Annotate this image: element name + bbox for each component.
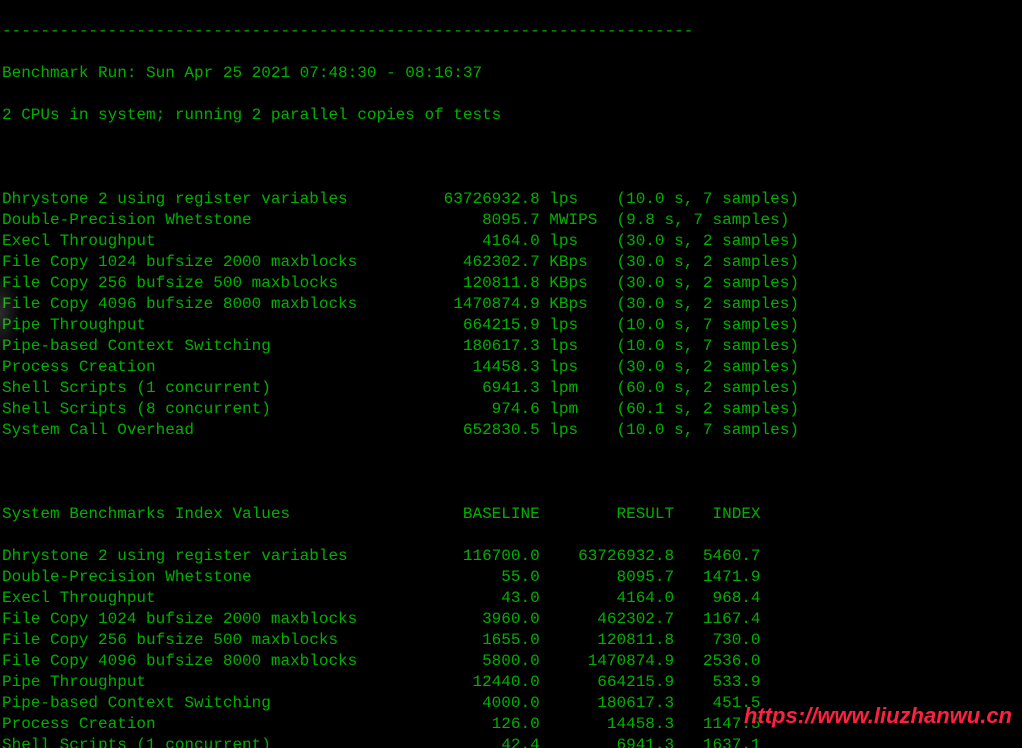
result-row: Execl Throughput 4164.0 lps (30.0 s, 2 s…: [2, 231, 1020, 252]
results-block: Dhrystone 2 using register variables 637…: [2, 189, 1020, 441]
result-row: Shell Scripts (1 concurrent) 6941.3 lpm …: [2, 378, 1020, 399]
benchmark-run-line: Benchmark Run: Sun Apr 25 2021 07:48:30 …: [2, 63, 1020, 84]
result-row: File Copy 256 bufsize 500 maxblocks 1208…: [2, 273, 1020, 294]
result-row: Pipe Throughput 664215.9 lps (10.0 s, 7 …: [2, 315, 1020, 336]
index-header-line: System Benchmarks Index Values BASELINE …: [2, 504, 1020, 525]
index-row: Pipe Throughput 12440.0 664215.9 533.9: [2, 672, 1020, 693]
result-row: Process Creation 14458.3 lps (30.0 s, 2 …: [2, 357, 1020, 378]
index-row: Shell Scripts (1 concurrent) 42.4 6941.3…: [2, 735, 1020, 748]
index-block: Dhrystone 2 using register variables 116…: [2, 546, 1020, 748]
result-row: File Copy 4096 bufsize 8000 maxblocks 14…: [2, 294, 1020, 315]
result-row: Dhrystone 2 using register variables 637…: [2, 189, 1020, 210]
index-row: Pipe-based Context Switching 4000.0 1806…: [2, 693, 1020, 714]
index-row: File Copy 1024 bufsize 2000 maxblocks 39…: [2, 609, 1020, 630]
cpu-line: 2 CPUs in system; running 2 parallel cop…: [2, 105, 1020, 126]
result-row: Pipe-based Context Switching 180617.3 lp…: [2, 336, 1020, 357]
blank-line: [2, 147, 1020, 168]
dashes-line: ----------------------------------------…: [2, 21, 1020, 42]
result-row: Double-Precision Whetstone 8095.7 MWIPS …: [2, 210, 1020, 231]
index-row: Dhrystone 2 using register variables 116…: [2, 546, 1020, 567]
terminal-output: ----------------------------------------…: [0, 0, 1022, 748]
index-row: File Copy 4096 bufsize 8000 maxblocks 58…: [2, 651, 1020, 672]
result-row: File Copy 1024 bufsize 2000 maxblocks 46…: [2, 252, 1020, 273]
index-row: Double-Precision Whetstone 55.0 8095.7 1…: [2, 567, 1020, 588]
index-row: Execl Throughput 43.0 4164.0 968.4: [2, 588, 1020, 609]
result-row: Shell Scripts (8 concurrent) 974.6 lpm (…: [2, 399, 1020, 420]
result-row: System Call Overhead 652830.5 lps (10.0 …: [2, 420, 1020, 441]
index-row: File Copy 256 bufsize 500 maxblocks 1655…: [2, 630, 1020, 651]
blank-line: [2, 462, 1020, 483]
index-row: Process Creation 126.0 14458.3 1147.5: [2, 714, 1020, 735]
